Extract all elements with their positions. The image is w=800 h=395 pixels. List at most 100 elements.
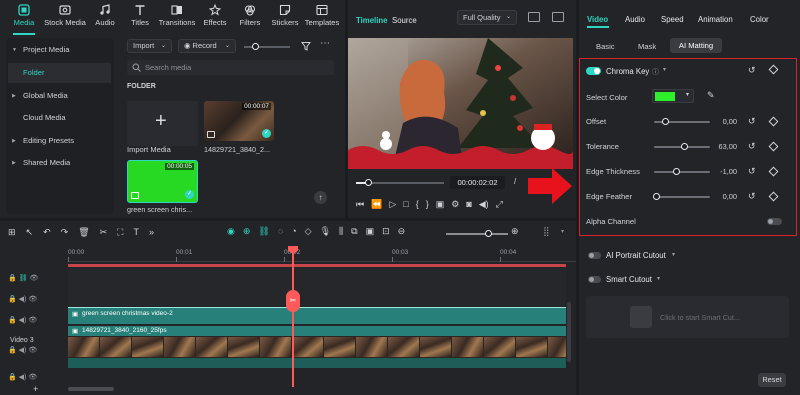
reset-icon[interactable]: ↺ <box>748 166 756 177</box>
property-value[interactable]: 63,00 <box>703 142 738 151</box>
property-value[interactable]: 0,00 <box>703 192 737 201</box>
add-track-icon[interactable]: + <box>33 384 38 394</box>
prop-tab-audio[interactable]: Audio <box>625 15 645 24</box>
property-slider-knob[interactable] <box>661 118 669 125</box>
import-button[interactable]: Import ⌄ <box>127 39 172 53</box>
delete-icon[interactable]: 🗑 <box>78 227 89 238</box>
mic-icon[interactable]: 🎙 <box>320 226 331 237</box>
reset-button[interactable]: Reset <box>758 373 786 387</box>
tab-source[interactable]: Source <box>392 16 417 25</box>
video-preview[interactable] <box>348 38 573 165</box>
audio-mixer-icon[interactable]: ⫼ <box>339 226 343 237</box>
split-icon[interactable]: ✂ <box>100 227 108 238</box>
media-clip-thumbnail[interactable]: 00:00:07 ✓ <box>204 101 274 141</box>
reset-icon[interactable]: ↺ <box>748 141 756 152</box>
search-input[interactable]: Search media <box>127 60 334 75</box>
more-tools-icon[interactable]: » <box>149 227 154 238</box>
sidebar-item-project-media[interactable]: ▼ Project Media <box>8 40 111 60</box>
snapshot-icon[interactable] <box>528 12 540 22</box>
more-options-icon[interactable]: ⋯ <box>320 38 330 49</box>
playback-progress-knob[interactable] <box>364 179 372 186</box>
ai-portrait-toggle[interactable] <box>588 252 601 259</box>
reset-icon[interactable]: ↺ <box>748 116 756 127</box>
help-icon[interactable]: ⓘ <box>652 67 659 77</box>
video-clip-filmstrip[interactable] <box>68 336 566 358</box>
speed-icon[interactable]: ◔ <box>291 226 296 237</box>
smart-cutout-toggle[interactable] <box>588 276 601 283</box>
green-screen-clip[interactable]: ▣ green screen christmas video-2 <box>68 307 566 324</box>
chevron-down-icon[interactable]: ▾ <box>672 251 675 258</box>
zoom-out-icon[interactable]: ⊖ <box>398 226 406 237</box>
eye-icon[interactable]: 👁 <box>30 275 39 282</box>
reset-icon[interactable]: ↺ <box>748 191 756 202</box>
tab-timeline[interactable]: Timeline <box>356 16 388 25</box>
chroma-key-toggle[interactable] <box>586 67 601 75</box>
volume-icon[interactable]: ◀) <box>19 296 27 303</box>
playhead-line[interactable] <box>292 246 294 387</box>
shield-icon[interactable]: ◌ <box>278 226 283 237</box>
undo-icon[interactable]: ↶ <box>43 227 51 238</box>
timeline-vertical-scrollbar[interactable] <box>567 302 571 362</box>
volume-icon[interactable]: ◀) <box>479 199 489 210</box>
color-picker-dropdown[interactable]: ▾ <box>652 89 694 103</box>
render-settings-icon[interactable]: ⚙ <box>451 199 459 210</box>
prop-tab-animation[interactable]: Animation <box>698 15 733 24</box>
smart-cutout-box[interactable]: Click to start Smart Cut... <box>586 296 789 338</box>
volume-icon[interactable]: ◀) <box>19 317 27 324</box>
expand-icon[interactable]: ⤢ <box>496 199 503 210</box>
mark-in-icon[interactable]: { <box>416 199 419 210</box>
subtab-mask[interactable]: Mask <box>638 42 656 51</box>
import-media-tile[interactable]: + <box>127 101 198 146</box>
lock-icon[interactable]: 🔒 <box>8 275 17 282</box>
sidebar-item-editing-presets[interactable]: ▶ Editing Presets <box>8 131 111 151</box>
step-back-icon[interactable]: ⏪ <box>371 199 382 210</box>
volume-icon[interactable]: ◀) <box>19 374 27 381</box>
prop-tab-video[interactable]: Video <box>587 15 608 24</box>
marker-icon[interactable]: ◇ <box>305 226 312 237</box>
chevron-down-icon[interactable]: ▾ <box>663 66 666 73</box>
lock-icon[interactable]: 🔒 <box>8 317 17 324</box>
eye-icon[interactable]: 👁 <box>28 347 37 354</box>
reset-icon[interactable]: ↺ <box>748 65 756 76</box>
prop-tab-color[interactable]: Color <box>750 15 769 24</box>
quality-dropdown[interactable]: Full Quality ⌄ <box>457 10 517 25</box>
pip-icon[interactable]: ▣ <box>366 226 375 237</box>
grid-icon[interactable]: ⣿ <box>543 226 550 237</box>
property-value[interactable]: 0,00 <box>703 117 737 126</box>
play-icon[interactable]: ▷ <box>389 199 396 210</box>
record-button[interactable]: ◉ Record ⌄ <box>178 39 236 53</box>
alpha-channel-toggle[interactable] <box>767 218 782 225</box>
lock-icon[interactable]: 🔒 <box>8 374 17 381</box>
lock-icon[interactable]: 🔒 <box>8 296 17 303</box>
link-icon[interactable]: ⛓ <box>258 226 269 237</box>
thumbnail-size-knob[interactable] <box>252 43 259 50</box>
link-icon[interactable]: ⛓ <box>19 275 28 282</box>
property-value[interactable]: -1,00 <box>703 167 737 176</box>
current-timecode[interactable]: 00:00:02:02 <box>450 176 505 189</box>
sidebar-item-global-media[interactable]: ▶ Global Media <box>8 86 111 106</box>
media-clip-thumbnail[interactable]: 00:00:05 ✓ <box>127 160 198 203</box>
thumbnail-size-slider[interactable] <box>244 46 290 48</box>
subtab-basic[interactable]: Basic <box>596 42 615 51</box>
subtab-ai-matting[interactable]: AI Matting <box>670 38 722 53</box>
tab-templates[interactable]: Templates <box>299 4 345 32</box>
video-clip-header[interactable]: ▣ 14829721_3840_2160_25fps <box>68 326 566 336</box>
crop-icon[interactable]: ⛶ <box>117 227 123 238</box>
chevron-down-icon[interactable]: ▾ <box>561 228 564 235</box>
volume-icon[interactable]: ◀) <box>19 347 27 354</box>
prop-tab-speed[interactable]: Speed <box>661 15 684 24</box>
snap-icon[interactable]: ⊕ <box>243 226 251 237</box>
prev-frame-icon[interactable]: ⏮ <box>356 199 364 210</box>
eye-icon[interactable]: 👁 <box>28 296 37 303</box>
property-slider[interactable] <box>654 171 710 173</box>
text-icon[interactable]: T <box>133 227 139 238</box>
zoom-knob[interactable] <box>485 230 492 237</box>
ai-mate-icon[interactable]: ◉ <box>227 226 235 237</box>
lock-icon[interactable]: 🔒 <box>8 347 17 354</box>
zoom-slider[interactable] <box>446 233 508 235</box>
sidebar-item-cloud-media[interactable]: Cloud Media <box>8 108 111 128</box>
property-slider[interactable] <box>654 196 710 198</box>
eye-icon[interactable]: 👁 <box>28 374 37 381</box>
stop-icon[interactable]: □ <box>403 199 408 210</box>
chevron-down-icon[interactable]: ▾ <box>657 275 660 282</box>
